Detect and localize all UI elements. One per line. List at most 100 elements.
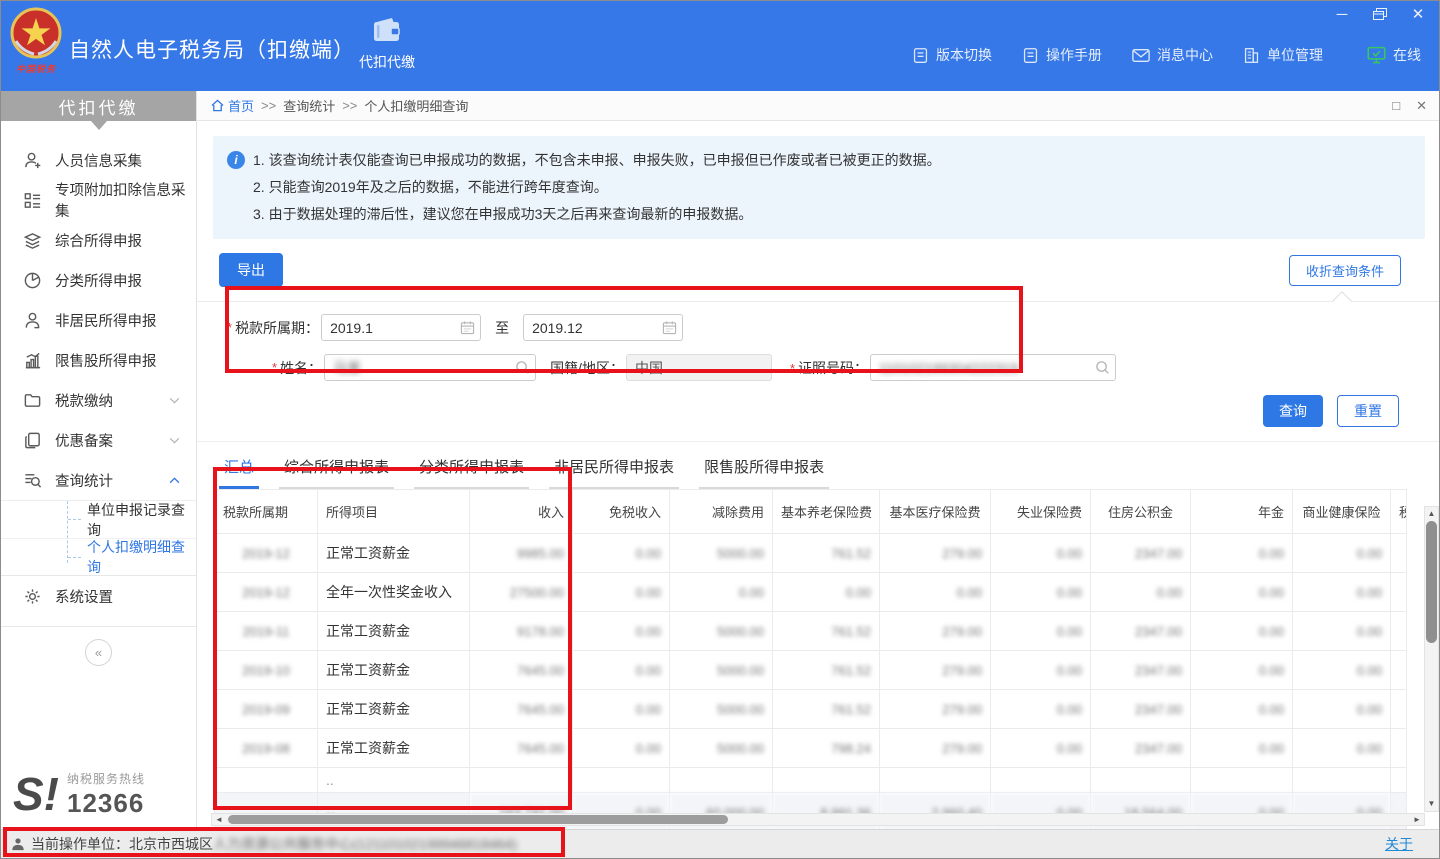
cell: 5000.00 — [670, 729, 773, 768]
sidebar-subitem-unit-declare-query[interactable]: 单位申报记录查询 — [1, 501, 196, 538]
panel-restore-button[interactable]: □ — [1392, 98, 1400, 114]
sidebar-submenu: 单位申报记录查询个人扣缴明细查询 — [1, 500, 196, 576]
sidebar-item-query-statistics[interactable]: 查询统计 — [1, 460, 196, 500]
name-input[interactable]: 马某 — [324, 354, 536, 381]
cell — [1391, 768, 1407, 793]
close-button[interactable]: ✕ — [1409, 6, 1427, 22]
scroll-right-arrow[interactable]: ► — [1411, 814, 1423, 825]
calendar-icon[interactable] — [460, 320, 475, 338]
calendar-icon[interactable] — [662, 320, 677, 338]
cell: 279.00 — [880, 534, 991, 573]
scroll-left-arrow[interactable]: ◄ — [213, 814, 225, 825]
collapse-query-button[interactable]: 收折查询条件 — [1289, 255, 1401, 286]
id-number-input[interactable]: 110102199304222319 — [870, 354, 1116, 381]
vertical-scroll-thumb[interactable] — [1426, 521, 1437, 643]
window-controls: ─ ✕ — [1333, 6, 1427, 22]
horizontal-scroll-thumb[interactable] — [228, 815, 728, 824]
sidebar-subitem-personal-detail-query[interactable]: 个人扣缴明细查询 — [1, 538, 196, 575]
period-from-input[interactable]: 2019.1 — [321, 314, 481, 341]
sidebar-item-special-deduction[interactable]: 专项附加扣除信息采集 — [1, 180, 196, 220]
restore-icon — [1373, 8, 1388, 21]
cell: 0.00 — [1293, 573, 1391, 612]
checklist-icon — [23, 191, 42, 210]
cell: 0.00 — [773, 573, 880, 612]
tab-report-4[interactable]: 限售股所得申报表 — [699, 456, 829, 489]
online-status[interactable]: 在线 — [1367, 45, 1421, 65]
sidebar-item-comprehensive-income[interactable]: 综合所得申报 — [1, 220, 196, 260]
sidebar-item-system-settings[interactable]: 系统设置 — [1, 576, 196, 616]
cell: 7645.00 — [470, 690, 573, 729]
notice-line-1: 1. 该查询统计表仅能查询已申报成功的数据，不包含未申报、申报失败，已申报但已作… — [253, 147, 1409, 174]
search-button[interactable]: 查询 — [1263, 395, 1323, 427]
person-icon — [23, 311, 42, 330]
tab-summary[interactable]: 汇总 — [219, 456, 259, 489]
cell: 2019-12 — [215, 573, 318, 612]
restore-button[interactable] — [1371, 6, 1389, 22]
sidebar-item-tax-payment[interactable]: 税款缴纳 — [1, 380, 196, 420]
scroll-down-arrow[interactable]: ▼ — [1425, 798, 1438, 810]
panel-close-button[interactable]: ✕ — [1416, 98, 1427, 114]
nationality-input: 中国 — [626, 354, 772, 381]
cell — [1091, 768, 1191, 793]
table-row[interactable]: .. — [215, 768, 1407, 793]
tab-withholding-label: 代扣代缴 — [351, 52, 423, 72]
monitor-check-icon — [1367, 46, 1386, 64]
cell: 0.00 — [573, 534, 670, 573]
about-link[interactable]: 关于 — [1385, 834, 1413, 854]
table-row[interactable]: 2019-11正常工资薪金9178.000.005000.00761.52279… — [215, 612, 1407, 651]
search-icon[interactable] — [515, 360, 530, 378]
notice-lines: 1. 该查询统计表仅能查询已申报成功的数据，不包含未申报、申报失败，已申报但已作… — [253, 147, 1409, 228]
period-to-input[interactable]: 2019.12 — [523, 314, 683, 341]
scroll-up-arrow[interactable]: ▲ — [1425, 508, 1438, 520]
sidebar-item-nonresident-income[interactable]: 非居民所得申报 — [1, 300, 196, 340]
column-header-5: 基本养老保险费 — [773, 490, 880, 534]
hotline-caption: 纳税服务热线 — [67, 772, 145, 786]
cell: 0.00 — [991, 651, 1091, 690]
table-row[interactable]: 2019-09正常工资薪金7645.000.005000.00761.52279… — [215, 690, 1407, 729]
header-menu-version-switch[interactable]: 版本切换 — [912, 45, 992, 65]
sidebar-item-classified-income[interactable]: 分类所得申报 — [1, 260, 196, 300]
tab-withholding[interactable]: 代扣代缴 — [351, 17, 423, 72]
tab-report-3[interactable]: 非居民所得申报表 — [549, 456, 679, 489]
result-table-wrap: 税款所属期所得项目收入免税收入减除费用基本养老保险费基本医疗保险费失业保险费住房… — [214, 489, 1406, 831]
app-header: ─ ✕ 中国税务 自然人电子税务局（扣缴端） — [1, 1, 1439, 91]
chevron-up-icon — [169, 477, 180, 484]
sidebar-item-restricted-stock[interactable]: 限售股所得申报 — [1, 340, 196, 380]
cell: 279.00 — [880, 612, 991, 651]
cell — [470, 768, 573, 793]
vertical-scrollbar[interactable]: ▲ ▼ — [1424, 506, 1439, 812]
hotline-block: S! 纳税服务热线 12366 — [13, 770, 145, 819]
application-window: ─ ✕ 中国税务 自然人电子税务局（扣缴端） — [0, 0, 1440, 859]
header-menu-unit-management[interactable]: 单位管理 — [1243, 45, 1323, 65]
tab-report-2[interactable]: 分类所得申报表 — [414, 456, 529, 489]
cell: 0.00 — [1293, 651, 1391, 690]
toolbar: 导出 收折查询条件 — [219, 253, 1401, 287]
emblem-icon — [10, 7, 62, 59]
cell: 0.00 — [1091, 573, 1191, 612]
table-row[interactable]: 2019-10正常工资薪金7645.000.005000.00761.52279… — [215, 651, 1407, 690]
export-button[interactable]: 导出 — [219, 253, 283, 287]
sidebar-item-preferential-filing[interactable]: 优惠备案 — [1, 420, 196, 460]
column-header-8: 住房公积金 — [1091, 490, 1191, 534]
reset-button[interactable]: 重置 — [1337, 395, 1399, 427]
search-icon[interactable] — [1095, 360, 1110, 378]
id-number-label: 证照号码： — [798, 360, 868, 376]
tab-report-1[interactable]: 综合所得申报表 — [279, 456, 394, 489]
breadcrumb-item-query-stats[interactable]: 查询统计 — [283, 96, 335, 115]
cell — [573, 768, 670, 793]
sidebar-item-personnel-info[interactable]: 人员信息采集 — [1, 140, 196, 180]
table-row[interactable]: 2019-12全年一次性奖金收入27500.000.000.000.000.00… — [215, 573, 1407, 612]
sidebar-collapse-button[interactable]: « — [85, 639, 112, 666]
breadcrumb-home[interactable]: 首页 — [211, 96, 254, 115]
table-row[interactable]: 2019-12正常工资薪金9985.000.005000.00761.52279… — [215, 534, 1407, 573]
header-menu-manual[interactable]: 操作手册 — [1022, 45, 1102, 65]
table-row[interactable]: 2019-08正常工资薪金7645.000.005000.00798.24279… — [215, 729, 1407, 768]
horizontal-scrollbar[interactable]: ◄ ► — [211, 813, 1425, 826]
cell: 0.00 — [573, 573, 670, 612]
app-title: 自然人电子税务局（扣缴端） — [69, 34, 355, 64]
minimize-button[interactable]: ─ — [1333, 6, 1351, 22]
cell: 0.00 — [1293, 534, 1391, 573]
cell: 0.00 — [1293, 612, 1391, 651]
header-menu-message-center[interactable]: 消息中心 — [1132, 45, 1213, 65]
name-label: 姓名： — [280, 358, 322, 378]
